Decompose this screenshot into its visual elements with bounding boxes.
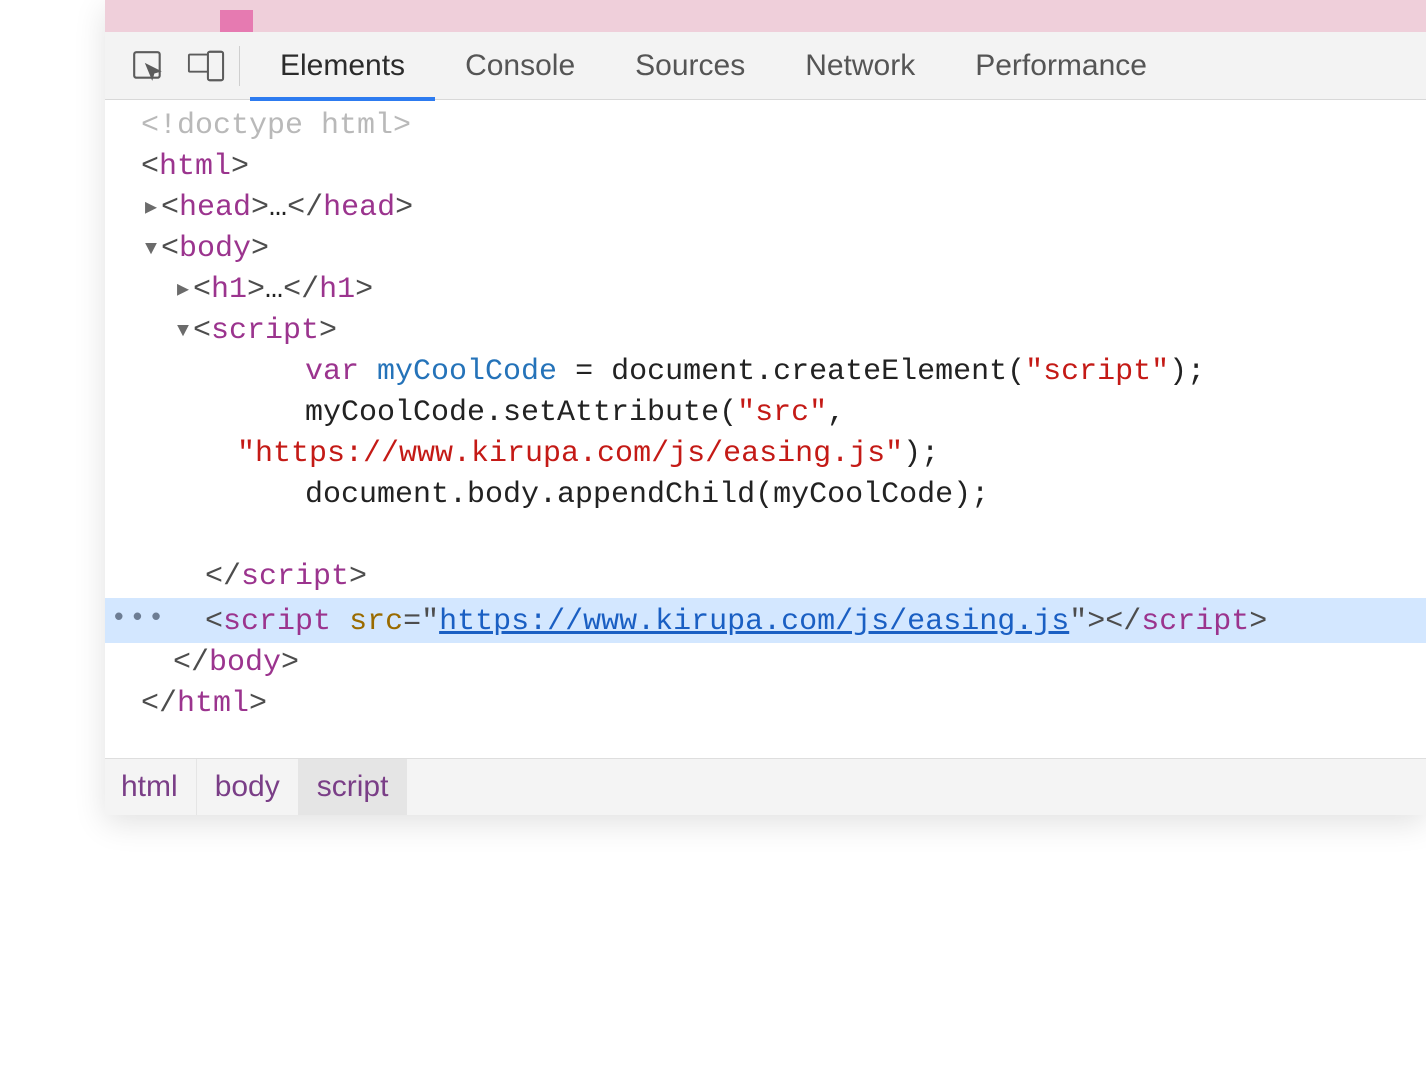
script-src-link[interactable]: https://www.kirupa.com/js/easing.js [439,605,1069,639]
crumb-html[interactable]: html [105,759,197,815]
code-line-2[interactable]: myCoolCode.setAttribute("src", [105,393,1426,434]
more-actions-icon[interactable]: ••• [105,598,205,639]
html-close[interactable]: </html> [105,684,1426,725]
tab-console[interactable]: Console [435,32,605,100]
tab-elements[interactable]: Elements [250,32,435,100]
elements-tree[interactable]: <!doctype html> <html> ▶<head>…</head> ▼… [105,100,1426,758]
breadcrumb: html body script [105,758,1426,815]
devtools-toolbar: Elements Console Sources Network Perform… [105,32,1426,100]
h1-node[interactable]: ▶<h1>…</h1> [105,270,1426,311]
head-node[interactable]: ▶<head>…</head> [105,188,1426,229]
devtools-tabs: Elements Console Sources Network Perform… [250,32,1177,100]
expand-icon[interactable]: ▶ [141,188,161,229]
devtools-panel: Elements Console Sources Network Perform… [105,0,1426,815]
doctype-line[interactable]: <!doctype html> [105,106,1426,147]
toolbar-divider [239,46,240,86]
tab-network[interactable]: Network [775,32,945,100]
code-blank[interactable] [105,516,1426,557]
collapse-icon[interactable]: ▼ [141,229,161,270]
code-line-1[interactable]: var myCoolCode = document.createElement(… [105,352,1426,393]
script-close[interactable]: </script> [105,557,1426,598]
browser-tab-strip [105,0,1426,32]
collapse-icon[interactable]: ▼ [173,311,193,352]
code-line-4[interactable]: document.body.appendChild(myCoolCode); [105,475,1426,516]
script-open[interactable]: ▼<script> [105,311,1426,352]
expand-icon[interactable]: ▶ [173,270,193,311]
inspect-element-icon[interactable] [119,32,177,100]
tab-sources[interactable]: Sources [605,32,775,100]
selected-script-node[interactable]: •••<script src="https://www.kirupa.com/j… [105,598,1426,643]
tab-performance[interactable]: Performance [945,32,1177,100]
crumb-body[interactable]: body [197,759,299,815]
body-close[interactable]: </body> [105,643,1426,684]
html-open[interactable]: <html> [105,147,1426,188]
body-open[interactable]: ▼<body> [105,229,1426,270]
crumb-script[interactable]: script [299,759,408,815]
device-toolbar-icon[interactable] [177,32,235,100]
app-tab-indicator[interactable] [220,10,253,32]
code-line-3[interactable]: "https://www.kirupa.com/js/easing.js"); [105,434,1426,475]
